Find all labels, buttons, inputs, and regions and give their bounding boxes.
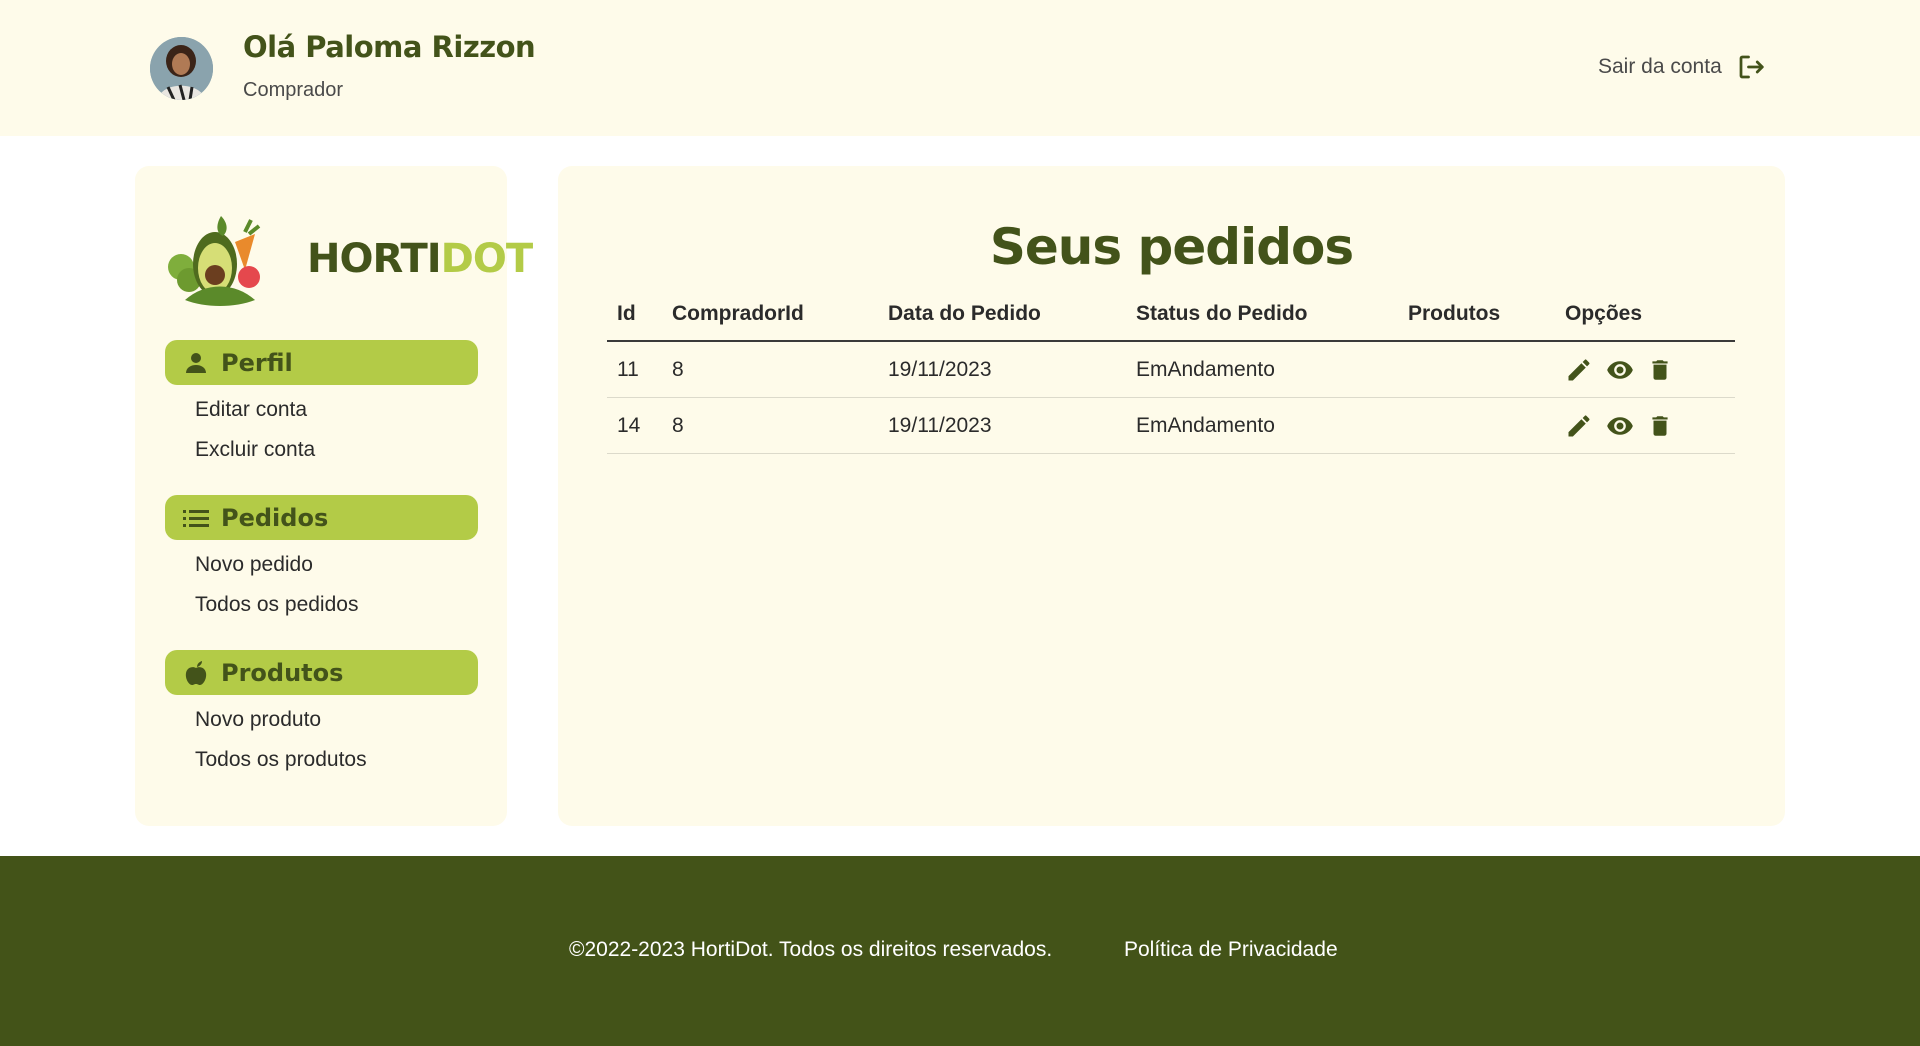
brand-part-dot: DOT [440,236,533,282]
table-row: 14 8 19/11/2023 EmAndamento [607,397,1735,454]
sidebar: HORTIDOT Perfil Editar conta Excluir con… [135,166,533,826]
brand-name: HORTIDOT [307,236,533,282]
edit-icon[interactable] [1565,412,1593,440]
column-header-opcoes: Opções [1555,288,1735,342]
orders-panel: Seus pedidos Id CompradorId Data do Pedi… [558,166,1785,826]
eye-icon[interactable] [1605,356,1635,384]
avatar [150,37,213,100]
sidebar-link-novo-pedido[interactable]: Novo pedido [195,553,313,577]
apple-icon [183,660,209,686]
column-header-compradorid: CompradorId [662,288,878,342]
footer-copyright: ©2022-2023 HortiDot. Todos os direitos r… [569,938,1053,961]
greeting-text: Olá Paloma Rizzon [243,30,536,64]
column-header-produtos: Produtos [1398,288,1555,342]
eye-icon[interactable] [1605,412,1635,440]
sidebar-section-pedidos[interactable]: Pedidos [165,495,478,540]
cell-actions [1555,397,1735,454]
cell-data: 19/11/2023 [878,341,1126,398]
cell-produtos [1398,397,1555,454]
sidebar-link-novo-produto[interactable]: Novo produto [195,708,321,732]
column-header-data: Data do Pedido [878,288,1126,342]
logout-icon [1739,55,1764,79]
sidebar-section-label: Produtos [221,658,344,687]
user-icon [183,350,209,376]
privacy-policy-link[interactable]: Política de Privacidade [1124,938,1338,962]
user-role: Comprador [243,79,344,101]
cell-status: EmAndamento [1126,341,1398,398]
edit-icon[interactable] [1565,356,1593,384]
cell-status: EmAndamento [1126,397,1398,454]
cell-comprador: 8 [662,341,878,398]
vegetables-logo-icon [168,216,261,306]
sidebar-link-editar-conta[interactable]: Editar conta [195,398,307,422]
cell-actions [1555,341,1735,398]
sidebar-section-produtos[interactable]: Produtos [165,650,478,695]
column-header-id: Id [607,288,662,342]
trash-icon[interactable] [1647,412,1673,440]
column-header-status: Status do Pedido [1126,288,1398,342]
cell-produtos [1398,341,1555,398]
cell-id: 14 [607,397,662,454]
hortidot-logo[interactable]: HORTIDOT [165,212,533,312]
sidebar-link-todos-produtos[interactable]: Todos os produtos [195,748,367,772]
cell-comprador: 8 [662,397,878,454]
sidebar-section-label: Perfil [221,348,293,377]
top-header: Olá Paloma Rizzon Comprador Sair da cont… [0,0,1920,136]
logout-button[interactable]: Sair da conta [1598,52,1766,82]
sidebar-link-todos-pedidos[interactable]: Todos os pedidos [195,593,358,617]
table-header-row: Id CompradorId Data do Pedido Status do … [607,288,1735,342]
sidebar-section-label: Pedidos [221,503,329,532]
orders-table: Id CompradorId Data do Pedido Status do … [607,288,1735,454]
cell-data: 19/11/2023 [878,397,1126,454]
table-row: 11 8 19/11/2023 EmAndamento [607,341,1735,398]
logout-label: Sair da conta [1598,55,1722,78]
sidebar-link-excluir-conta[interactable]: Excluir conta [195,438,315,462]
sidebar-section-perfil[interactable]: Perfil [165,340,478,385]
trash-icon[interactable] [1647,356,1673,384]
page-title: Seus pedidos [989,218,1354,276]
footer: ©2022-2023 HortiDot. Todos os direitos r… [0,856,1920,1046]
list-icon [183,505,209,531]
cell-id: 11 [607,341,662,398]
brand-part-horti: HORTI [307,236,442,282]
